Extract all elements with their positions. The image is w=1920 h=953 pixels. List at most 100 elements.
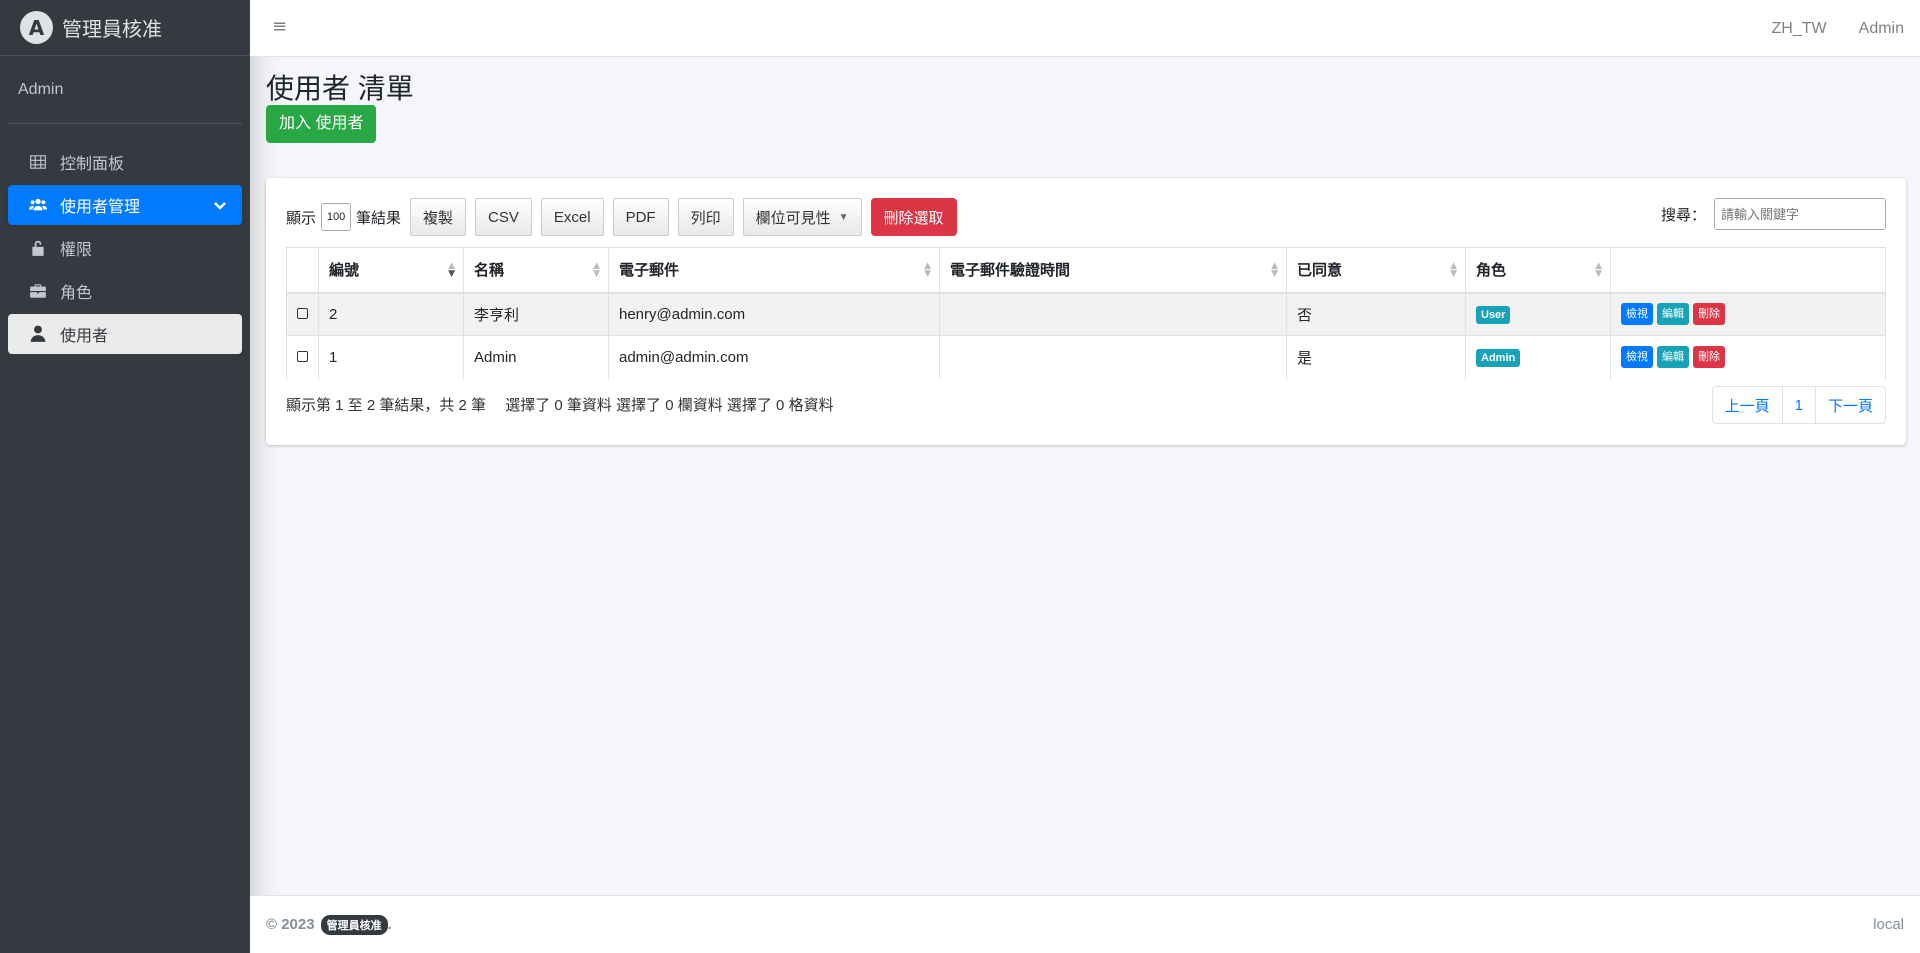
header-name[interactable]: 名稱 ▲ ▼	[463, 247, 609, 294]
cell-email: admin@admin.com	[608, 335, 940, 379]
row-select[interactable]	[286, 335, 319, 379]
cell-name: Admin	[463, 335, 609, 379]
view-button[interactable]: 檢視	[1621, 346, 1653, 369]
sidebar-item-dashboard[interactable]: 控制面板	[8, 142, 242, 182]
briefcase-icon	[28, 282, 48, 300]
delete-button[interactable]: 刪除	[1693, 346, 1725, 369]
page-number-button[interactable]: 1	[1781, 387, 1815, 423]
prev-page-button[interactable]: 上一頁	[1713, 387, 1782, 423]
chevron-down-icon	[212, 197, 228, 213]
footer-copyright: © 2023 管理員核准.	[266, 914, 392, 935]
search-wrap: 搜尋：	[1661, 198, 1886, 230]
view-button[interactable]: 檢視	[1621, 303, 1653, 326]
sidebar-item-label: 權限	[60, 242, 93, 259]
users-table: 編號 ▲ ▼ 名稱 ▲ ▼ 電子郵件 ▲ ▼ 電子郵件驗證時間 ▲ ▼ 已同意 ▲ ▼ 角色 ▲ ▼ 2…	[286, 247, 1886, 379]
user-panel-name[interactable]: Admin	[18, 81, 63, 99]
row-checkbox[interactable]	[297, 350, 308, 362]
user-icon	[28, 325, 48, 343]
header-agreed[interactable]: 已同意 ▲ ▼	[1286, 247, 1466, 294]
unlock-icon	[28, 239, 48, 257]
delete-button[interactable]: 刪除	[1693, 303, 1725, 326]
user-panel: Admin	[8, 56, 242, 124]
excel-button[interactable]: Excel	[540, 198, 604, 236]
column-visibility-button[interactable]: 欄位可見性 ▼	[742, 198, 862, 236]
search-input[interactable]	[1714, 198, 1886, 230]
table-row[interactable]: 1 Admin admin@admin.com 是 Admin 檢視 編輯 刪除	[286, 335, 1886, 379]
page-title: 使用者 清單	[266, 73, 414, 104]
sidebar-item-users[interactable]: 使用者	[8, 314, 242, 354]
header-verified-at[interactable]: 電子郵件驗證時間 ▲ ▼	[939, 247, 1287, 294]
sort-icon: ▲ ▼	[1595, 261, 1602, 279]
print-button[interactable]: 列印	[677, 198, 734, 236]
edit-button[interactable]: 編輯	[1657, 303, 1689, 326]
role-badge: User	[1476, 305, 1511, 324]
users-icon	[28, 196, 48, 214]
length-label-suffix: 筆結果	[356, 209, 402, 227]
row-select[interactable]	[286, 292, 319, 336]
sidebar-nav: 控制面板 使用者管理 權限 角色 使用者	[0, 124, 250, 354]
sidebar-item-label: 使用者管理	[60, 199, 141, 216]
cell-email: henry@admin.com	[608, 292, 940, 336]
sidebar-item-permissions[interactable]: 權限	[8, 228, 242, 268]
sidebar-item-label: 角色	[60, 285, 93, 302]
cell-role: Admin	[1465, 335, 1611, 379]
header-role[interactable]: 角色 ▲ ▼	[1465, 247, 1611, 294]
search-label: 搜尋：	[1660, 206, 1706, 224]
cell-actions: 檢視 編輯 刪除	[1610, 335, 1886, 379]
pagination: 上一頁 1 下一頁	[1711, 386, 1886, 424]
sort-icon: ▲ ▼	[924, 261, 931, 279]
header-email[interactable]: 電子郵件 ▲ ▼	[608, 247, 940, 294]
table-icon	[28, 153, 48, 171]
header-id[interactable]: 編號 ▲ ▼	[318, 247, 464, 294]
cell-name: 李亨利	[463, 292, 609, 336]
table-row[interactable]: 2 李亨利 henry@admin.com 否 User 檢視 編輯 刪除	[286, 292, 1886, 336]
main-content: 使用者 清單 加入 使用者 顯示 100 筆結果 複製 CSV Excel PD…	[250, 57, 1920, 895]
sidebar-item-label: 控制面板	[60, 156, 125, 173]
brand-logo: A	[20, 11, 53, 44]
footer-brand-badge[interactable]: 管理員核准	[320, 914, 388, 935]
brand-name: 管理員核准	[62, 19, 162, 41]
footer-environment: local	[1873, 916, 1904, 933]
users-card: 顯示 100 筆結果 複製 CSV Excel PDF 列印 欄位可見性 ▼ 刪除…	[266, 178, 1906, 445]
cell-verified-at	[939, 335, 1287, 379]
sidebar-item-user-management[interactable]: 使用者管理	[8, 185, 242, 225]
header-select	[286, 247, 319, 294]
sort-desc-icon: ▲ ▼	[448, 261, 455, 279]
sort-icon: ▲ ▼	[1450, 261, 1457, 279]
menu-toggle-icon[interactable]: ≡	[272, 18, 288, 36]
navbar-right: ZH_TW Admin	[1756, 0, 1920, 57]
caret-down-icon: ▼	[838, 211, 849, 223]
cell-id: 2	[318, 292, 464, 336]
brand-link[interactable]: A 管理員核准	[0, 0, 250, 56]
sidebar: A 管理員核准 Admin 控制面板 使用者管理 權限 角色 使用者	[0, 0, 250, 953]
csv-button[interactable]: CSV	[475, 198, 532, 236]
footer: © 2023 管理員核准. local	[250, 895, 1920, 953]
row-checkbox[interactable]	[297, 307, 308, 319]
sort-icon: ▲ ▼	[593, 261, 600, 279]
sidebar-item-roles[interactable]: 角色	[8, 271, 242, 311]
cell-id: 1	[318, 335, 464, 379]
edit-button[interactable]: 編輯	[1657, 346, 1689, 369]
sidebar-item-label: 使用者	[60, 328, 109, 345]
delete-selected-button[interactable]: 刪除選取	[870, 198, 957, 236]
cell-verified-at	[939, 292, 1287, 336]
copy-button[interactable]: 複製	[410, 198, 467, 236]
header-actions	[1610, 247, 1886, 294]
table-info: 顯示第 1 至 2 筆結果，共 2 筆 選擇了 0 筆資料 選擇了 0 欄資料 …	[286, 397, 834, 414]
length-label-prefix: 顯示	[286, 209, 317, 227]
add-user-button[interactable]: 加入 使用者	[266, 105, 377, 143]
datatable-toolbar: 顯示 100 筆結果 複製 CSV Excel PDF 列印 欄位可見性 ▼ 刪除…	[286, 198, 957, 236]
next-page-button[interactable]: 下一頁	[1814, 387, 1885, 423]
cell-actions: 檢視 編輯 刪除	[1610, 292, 1886, 336]
sort-icon: ▲ ▼	[1271, 261, 1278, 279]
top-navbar: ≡ ZH_TW Admin	[250, 0, 1920, 57]
user-menu[interactable]: Admin	[1843, 20, 1920, 38]
locale-dropdown[interactable]: ZH_TW	[1756, 20, 1843, 38]
role-badge: Admin	[1476, 348, 1521, 367]
pdf-button[interactable]: PDF	[612, 198, 669, 236]
table-header-row: 編號 ▲ ▼ 名稱 ▲ ▼ 電子郵件 ▲ ▼ 電子郵件驗證時間 ▲ ▼ 已同意 ▲ ▼ 角色 ▲ ▼	[286, 247, 1886, 294]
cell-role: User	[1465, 292, 1611, 336]
cell-agreed: 否	[1286, 292, 1466, 336]
cell-agreed: 是	[1286, 335, 1466, 379]
page-length-select[interactable]: 100	[321, 203, 352, 231]
